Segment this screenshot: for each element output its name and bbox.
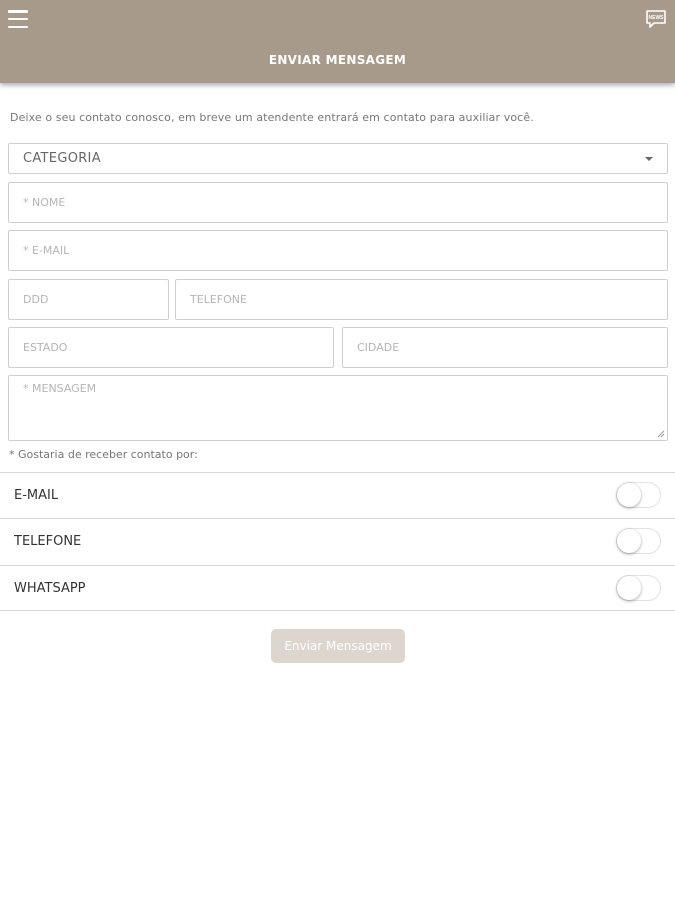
ddd-input[interactable] <box>9 280 168 319</box>
contact-option-email: E-MAIL <box>0 472 675 518</box>
whatsapp-toggle[interactable] <box>616 575 661 601</box>
app-header: ENVIAR MENSAGEM NEWS <box>0 0 675 83</box>
contact-preference-label: * Gostaria de receber contato por: <box>9 448 198 461</box>
contact-option-phone: TELEFONE <box>0 518 675 564</box>
contact-option-label: E-MAIL <box>14 488 59 503</box>
state-field-wrapper <box>8 327 334 368</box>
resize-handle-icon[interactable] <box>657 430 665 438</box>
name-field-wrapper <box>8 182 668 223</box>
message-field-wrapper <box>8 375 668 441</box>
city-input[interactable] <box>343 328 667 367</box>
contact-option-whatsapp: WHATSAPP <box>0 565 675 611</box>
category-select-value: CATEGORIA <box>23 151 101 166</box>
form-intro-text: Deixe o seu contato conosco, em breve um… <box>10 111 534 124</box>
phone-input[interactable] <box>176 280 667 319</box>
hamburger-menu-icon[interactable] <box>8 10 28 28</box>
email-field-wrapper <box>8 230 668 271</box>
news-chat-icon[interactable]: NEWS <box>645 9 667 29</box>
email-input[interactable] <box>9 231 667 270</box>
category-select[interactable]: CATEGORIA <box>8 143 668 174</box>
toggle-knob <box>617 483 641 507</box>
send-message-button[interactable]: Enviar Mensagem <box>271 629 405 663</box>
toggle-knob <box>617 576 641 600</box>
contact-option-label: WHATSAPP <box>14 581 86 596</box>
email-toggle[interactable] <box>616 482 661 508</box>
news-icon-text: NEWS <box>649 15 665 21</box>
message-textarea[interactable] <box>9 376 667 440</box>
phone-toggle[interactable] <box>616 528 661 554</box>
toggle-knob <box>617 529 641 553</box>
ddd-field-wrapper <box>8 279 169 320</box>
city-field-wrapper <box>342 327 668 368</box>
name-input[interactable] <box>9 183 667 222</box>
phone-field-wrapper <box>175 279 668 320</box>
state-input[interactable] <box>9 328 333 367</box>
chevron-down-icon <box>645 157 653 161</box>
contact-option-label: TELEFONE <box>14 534 82 549</box>
page-title: ENVIAR MENSAGEM <box>268 53 407 67</box>
